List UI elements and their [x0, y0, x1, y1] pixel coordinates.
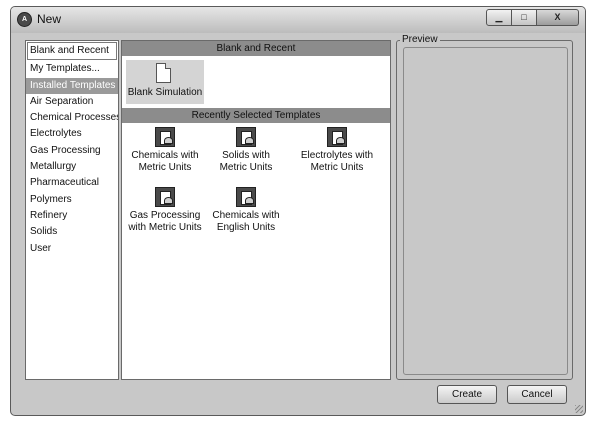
category-chemical-processes[interactable]: Chemical Processes [26, 110, 118, 126]
preview-label: Preview [400, 34, 440, 45]
category-air-separation[interactable]: Air Separation [26, 94, 118, 110]
template-label-line2: Metric Units [138, 162, 192, 173]
category-refinery[interactable]: Refinery [26, 208, 118, 224]
template-label-line2: Metric Units [219, 162, 273, 173]
aspen-logo-icon: A [17, 12, 32, 27]
category-user[interactable]: User [26, 241, 118, 257]
blank-and-recent-header: Blank and Recent [122, 41, 390, 56]
template-label-line1: Solids with [222, 150, 270, 161]
window-controls: ▁ □ X [486, 9, 579, 26]
blank-simulation-tile[interactable]: Blank Simulation [126, 60, 204, 104]
template-label-line1: Electrolytes with [300, 150, 374, 161]
template-icon [155, 127, 175, 147]
category-my-templates[interactable]: My Templates... [26, 61, 118, 77]
window-title: New [37, 12, 62, 26]
template-solids-metric[interactable]: Solids with Metric Units [203, 127, 289, 174]
category-metallurgy[interactable]: Metallurgy [26, 159, 118, 175]
category-pharmaceutical[interactable]: Pharmaceutical [26, 175, 118, 191]
template-label-line1: Chemicals with [131, 150, 199, 161]
maximize-button[interactable]: □ [512, 9, 537, 26]
templates-panel: Blank and Recent Blank Simulation Recent… [121, 40, 391, 380]
blank-simulation-label: Blank Simulation [127, 87, 203, 98]
title-bar: A New ▁ □ X [11, 7, 585, 33]
category-gas-processing[interactable]: Gas Processing [26, 143, 118, 159]
category-solids[interactable]: Solids [26, 224, 118, 240]
template-gas-processing-metric[interactable]: Gas Processing with Metric Units [122, 187, 208, 234]
resize-grip[interactable] [575, 405, 583, 413]
blank-document-icon [156, 63, 171, 83]
template-chemicals-english[interactable]: Chemicals with English Units [203, 187, 289, 234]
preview-panel: Preview [396, 34, 573, 380]
preview-area [403, 47, 568, 375]
new-dialog-window: A New ▁ □ X Blank and Recent My Template… [10, 6, 586, 416]
cancel-button[interactable]: Cancel [507, 385, 567, 404]
category-polymers[interactable]: Polymers [26, 192, 118, 208]
template-icon [155, 187, 175, 207]
template-electrolytes-metric[interactable]: Electrolytes with Metric Units [287, 127, 387, 174]
category-list: Blank and Recent My Templates... Install… [25, 40, 119, 380]
template-icon [236, 187, 256, 207]
template-label-line2: English Units [216, 222, 276, 233]
create-button[interactable]: Create [437, 385, 497, 404]
template-label-line2: Metric Units [310, 162, 364, 173]
category-blank-and-recent[interactable]: Blank and Recent [27, 42, 117, 61]
template-label-line1: Gas Processing [129, 210, 201, 221]
template-label-line2: with Metric Units [128, 222, 202, 233]
minimize-button[interactable]: ▁ [486, 9, 512, 26]
template-chemicals-metric[interactable]: Chemicals with Metric Units [122, 127, 208, 174]
template-icon [327, 127, 347, 147]
category-electrolytes[interactable]: Electrolytes [26, 126, 118, 142]
category-installed-templates[interactable]: Installed Templates [26, 77, 118, 94]
recently-selected-header: Recently Selected Templates [122, 108, 390, 123]
template-icon [236, 127, 256, 147]
template-label-line1: Chemicals with [212, 210, 280, 221]
close-button[interactable]: X [537, 9, 579, 26]
